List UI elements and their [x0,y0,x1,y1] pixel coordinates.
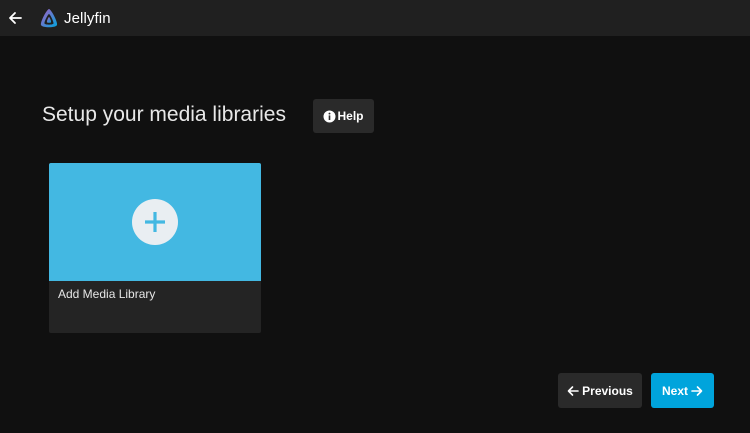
arrow-left-icon [9,12,22,24]
card-image [49,163,261,281]
plus-icon [132,199,178,245]
app-name: Jellyfin [64,9,111,27]
setup-wizard-page: Jellyfin Setup your media libraries Help… [0,0,750,433]
help-button[interactable]: Help [313,99,374,133]
next-button-label: Next [661,383,688,398]
next-button[interactable]: Next [651,373,714,408]
jellyfin-logo-icon [40,9,58,28]
previous-button[interactable]: Previous [558,373,642,408]
app-header: Jellyfin [0,0,750,36]
card-label: Add Media Library [58,287,156,301]
info-icon [323,110,336,123]
arrow-right-icon [691,385,703,396]
arrow-left-icon [567,385,579,396]
page-title: Setup your media libraries [42,103,286,126]
previous-button-label: Previous [582,383,633,398]
add-media-library-card[interactable]: Add Media Library [49,163,261,333]
back-button[interactable] [1,4,29,32]
help-button-label: Help [337,109,364,123]
app-logo[interactable]: Jellyfin [38,7,111,29]
